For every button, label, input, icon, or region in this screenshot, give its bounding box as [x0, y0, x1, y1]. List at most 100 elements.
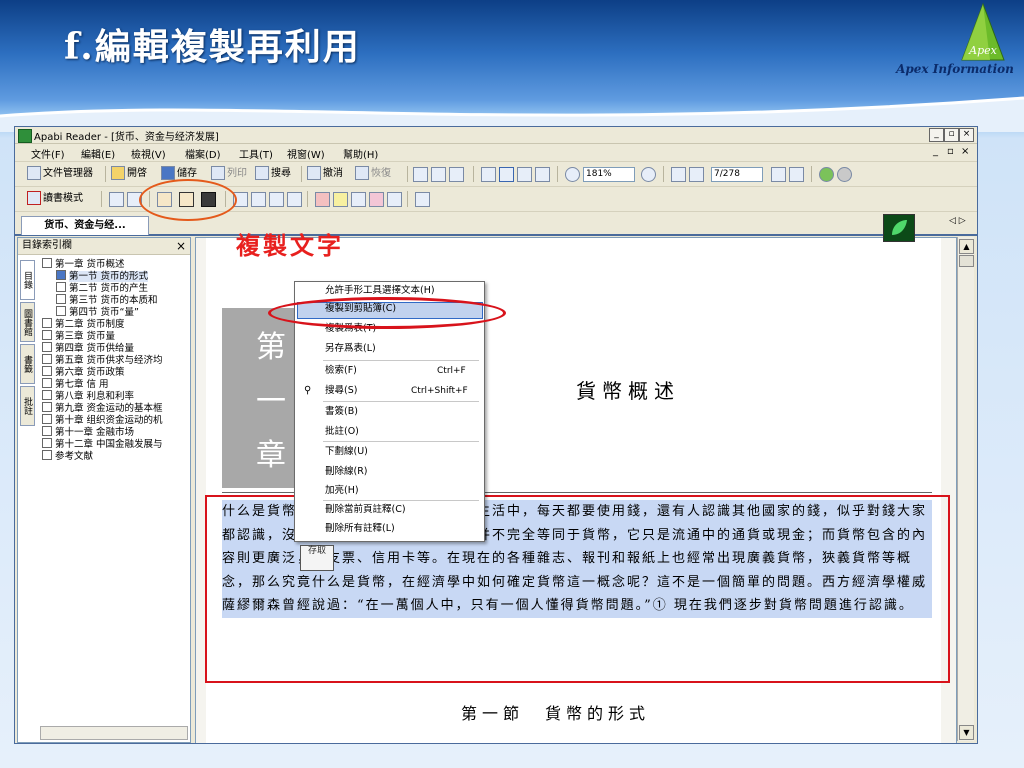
minimize-button[interactable]: _	[929, 128, 944, 142]
document-tab-strip: 货币、资金与经... ◁ ▷	[15, 212, 977, 236]
vtab-contents[interactable]: 目錄	[20, 260, 35, 300]
context-menu-item[interactable]: 批註(O)	[325, 426, 359, 438]
zoom-minus-icon[interactable]	[641, 167, 656, 182]
sidebar-close-button[interactable]: ×	[176, 238, 186, 254]
context-menu-item[interactable]: 允許手形工具選擇文本(H)	[325, 285, 435, 297]
toc-item[interactable]: 参考文献	[42, 450, 93, 463]
context-menu-item[interactable]: 搜尋(S)	[325, 385, 357, 397]
toc-label: 第十二章 中国金融发展与	[55, 439, 163, 450]
scroll-thumb[interactable]	[959, 255, 974, 267]
toc-label: 第二节 货币的产生	[69, 283, 149, 294]
document-vertical-scrollbar[interactable]: ▲ ▼	[957, 237, 974, 741]
zoom-select[interactable]: 181%	[583, 167, 635, 182]
apex-logo-triangle-icon: Apex	[961, 2, 1005, 61]
vtab-library[interactable]: 圖書館	[20, 302, 35, 342]
pencil-icon[interactable]	[315, 192, 330, 207]
apex-logo: Apex Apex Information	[890, 2, 1020, 82]
scroll-down-arrow-icon[interactable]: ▼	[959, 725, 974, 740]
vtab-bookmarks[interactable]: 書籤	[20, 344, 35, 384]
mdi-minimize-button[interactable]: _	[933, 146, 938, 157]
first-page-icon[interactable]	[671, 167, 686, 182]
menu-edit[interactable]: 編輯(E)	[81, 146, 115, 161]
toc-label: 第九章 资金运动的基本框	[55, 403, 163, 414]
text-tool-icon[interactable]	[109, 192, 124, 207]
redo-button[interactable]: 恢復	[355, 165, 391, 183]
back-icon[interactable]	[819, 167, 834, 182]
toc-node-icon	[42, 390, 52, 400]
context-menu-item[interactable]: 書簽(B)	[325, 406, 358, 418]
toc-node-icon	[42, 318, 52, 328]
chapter-char: 第	[256, 330, 286, 365]
context-menu-item[interactable]: 檢索(F)	[325, 365, 357, 377]
vtab-annotations[interactable]: 批註	[20, 386, 35, 426]
app-icon	[18, 129, 32, 143]
context-menu-item[interactable]: 加亮(H)	[325, 485, 359, 497]
binoculars-icon: ⚲	[304, 385, 312, 396]
sidebar-title: 目錄索引欄	[22, 240, 72, 251]
reading-mode-button[interactable]: 讀書模式	[27, 190, 83, 208]
sidebar-header: 目錄索引欄 ×	[18, 238, 190, 255]
context-menu-item[interactable]: 刪除所有註釋(L)	[325, 523, 395, 535]
menu-document[interactable]: 檔案(D)	[185, 146, 221, 161]
mdi-close-button[interactable]: ×	[961, 146, 969, 157]
sidebar-horizontal-scrollbar[interactable]	[40, 726, 188, 740]
chapter-heading: 貨幣概述	[576, 379, 680, 403]
fit-width-icon[interactable]	[499, 167, 514, 182]
toc-tree: 第一章 货币概述 第一节 货币的形式 第二节 货币的产生 第三节 货币的本质和 第四节 …	[40, 258, 190, 698]
context-menu-item[interactable]: 刪除當前頁註釋(C)	[325, 504, 406, 516]
menu-view[interactable]: 檢視(V)	[131, 146, 166, 161]
zoom-plus-icon[interactable]	[565, 167, 580, 182]
strikethrough-tool-icon[interactable]	[351, 192, 366, 207]
actual-size-icon[interactable]	[535, 167, 550, 182]
green-action-button[interactable]	[883, 214, 915, 242]
open-button[interactable]: 開啓	[111, 165, 147, 183]
toc-node-icon	[42, 450, 52, 460]
scroll-up-arrow-icon[interactable]: ▲	[959, 239, 974, 254]
menu-help[interactable]: 幫助(H)	[343, 146, 378, 161]
menu-window[interactable]: 視窗(W)	[287, 146, 325, 161]
chapter-char: 章	[256, 438, 286, 473]
menu-file[interactable]: 文件(F)	[31, 146, 65, 161]
zoom-area-icon[interactable]	[449, 167, 464, 182]
context-menu-item[interactable]: 刪除線(R)	[325, 466, 368, 478]
fit-page-icon[interactable]	[481, 167, 496, 182]
toc-node-icon	[56, 306, 66, 316]
toc-label: 第二章 货币制度	[55, 319, 125, 330]
underline-tool-icon[interactable]	[333, 192, 348, 207]
search-button[interactable]: 搜尋	[255, 165, 291, 183]
facing-page-icon[interactable]	[269, 192, 284, 207]
chapter-char: 一	[256, 384, 286, 419]
mdi-restore-button[interactable]: ▫	[947, 146, 954, 157]
zoom-in-icon[interactable]	[413, 167, 428, 182]
file-manager-button[interactable]: 文件管理器	[27, 165, 93, 183]
continuous-facing-icon[interactable]	[287, 192, 302, 207]
context-menu-item[interactable]: 另存爲表(L)	[325, 343, 376, 355]
toc-node-icon	[42, 342, 52, 352]
prev-page-icon[interactable]	[689, 167, 704, 182]
document-tab[interactable]: 货币、资金与经...	[21, 216, 149, 235]
toc-node-icon	[42, 258, 52, 268]
maximize-button[interactable]: ▫	[944, 128, 959, 142]
toc-label: 第五章 货币供求与经济均	[55, 355, 163, 366]
forward-icon[interactable]	[837, 167, 852, 182]
context-menu-item[interactable]: 下劃線(U)	[325, 446, 368, 458]
page-number-input[interactable]: 7/278	[711, 167, 763, 182]
toc-node-icon	[56, 270, 66, 280]
menu-tools[interactable]: 工具(T)	[239, 146, 273, 161]
save-icon	[161, 166, 175, 180]
zoom-out-icon[interactable]	[431, 167, 446, 182]
copy-menu-highlight-ellipse	[268, 297, 506, 329]
settings-tool-icon[interactable]	[415, 192, 430, 207]
last-page-icon[interactable]	[789, 167, 804, 182]
toc-node-icon	[42, 330, 52, 340]
tab-nav-arrows[interactable]: ◁ ▷	[949, 216, 966, 226]
close-button[interactable]: ×	[959, 128, 974, 142]
print-button[interactable]: 列印	[211, 165, 247, 183]
undo-button[interactable]: 撤消	[307, 165, 343, 183]
fit-height-icon[interactable]	[517, 167, 532, 182]
next-page-icon[interactable]	[771, 167, 786, 182]
highlight-tool-icon[interactable]	[369, 192, 384, 207]
continuous-page-icon[interactable]	[251, 192, 266, 207]
toc-label: 第六章 货币政策	[55, 367, 125, 378]
note-tool-icon[interactable]	[387, 192, 402, 207]
